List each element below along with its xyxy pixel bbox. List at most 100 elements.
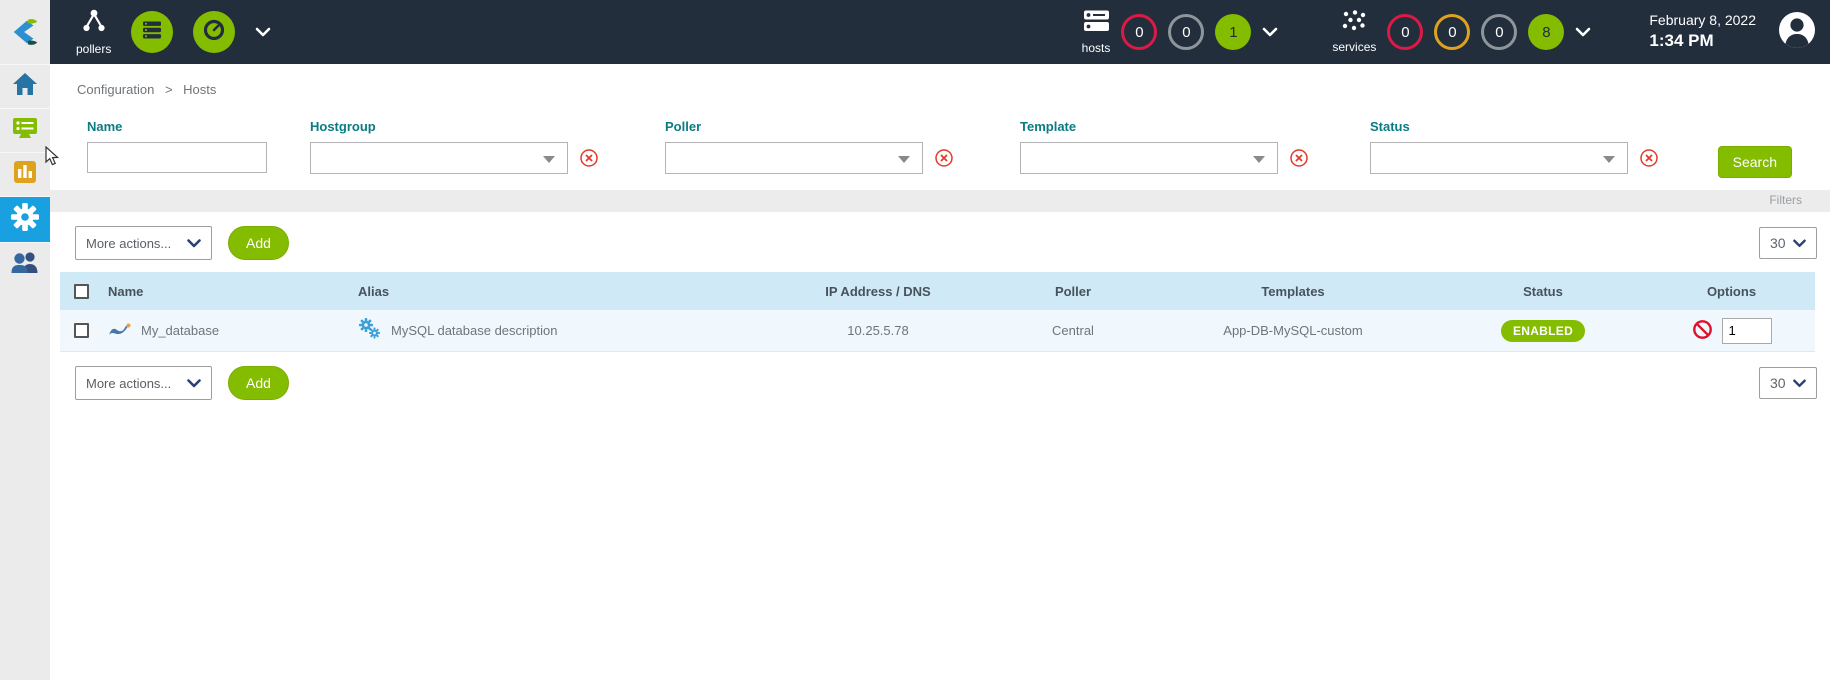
mysql-icon	[108, 322, 132, 340]
bar-chart-icon	[13, 160, 37, 189]
poller-database-status-button[interactable]	[131, 11, 173, 53]
filters-link[interactable]: Filters	[1769, 193, 1802, 207]
sidebar-item-monitoring[interactable]	[0, 108, 50, 152]
filter-hostgroup-clear-icon[interactable]	[579, 148, 599, 168]
clock: February 8, 2022 1:34 PM	[1649, 11, 1756, 53]
hosts-label: hosts	[1082, 41, 1111, 55]
main-content: Configuration > Hosts Name Hostgroup	[50, 64, 1830, 680]
current-date: February 8, 2022	[1649, 11, 1756, 30]
hosts-icon	[1083, 9, 1110, 38]
filter-poller-clear-icon[interactable]	[934, 148, 954, 168]
pollers-icon	[79, 9, 109, 39]
more-actions-select-bottom[interactable]: More actions...	[75, 366, 212, 400]
search-button[interactable]: Search	[1718, 146, 1792, 178]
filter-status-label: Status	[1370, 119, 1700, 134]
more-actions-label: More actions...	[86, 236, 171, 251]
filter-status-select[interactable]	[1370, 142, 1628, 174]
centreon-logo[interactable]	[0, 0, 50, 64]
services-menu[interactable]: services	[1332, 10, 1376, 54]
header-name[interactable]: Name	[108, 284, 143, 299]
add-button-top[interactable]: Add	[228, 226, 289, 260]
more-actions-label: More actions...	[86, 376, 171, 391]
database-stack-icon	[141, 19, 163, 46]
pollers-label: pollers	[76, 42, 111, 56]
dropdown-arrow-icon	[898, 156, 910, 163]
breadcrumb-separator: >	[165, 82, 173, 97]
breadcrumb-section[interactable]: Configuration	[77, 82, 154, 97]
sidebar-item-home[interactable]	[0, 64, 50, 108]
top-toolbar: More actions... Add 30	[75, 226, 1817, 260]
monitor-icon	[12, 116, 38, 145]
disable-host-icon[interactable]	[1692, 319, 1713, 343]
poller-latency-status-button[interactable]	[193, 11, 235, 53]
sidebar-item-configuration[interactable]	[0, 196, 50, 242]
select-all-checkbox[interactable]	[74, 284, 89, 299]
hosts-expand-chevron[interactable]	[1262, 27, 1278, 37]
host-templates-text: App-DB-MySQL-custom	[1148, 323, 1438, 338]
dropdown-arrow-icon	[543, 156, 555, 163]
page-size-select-bottom[interactable]: 30	[1759, 367, 1817, 399]
chevron-down-icon	[187, 379, 201, 388]
services-ok-count[interactable]: 8	[1528, 14, 1564, 50]
gears-icon[interactable]	[358, 318, 382, 343]
host-name-link[interactable]: My_database	[141, 323, 219, 338]
host-poller-text: Central	[998, 323, 1148, 338]
filter-name-label: Name	[87, 119, 310, 134]
header-ip[interactable]: IP Address / DNS	[758, 284, 998, 299]
gauge-icon	[202, 18, 226, 47]
gear-icon	[11, 203, 39, 236]
pollers-menu[interactable]: pollers	[76, 9, 111, 56]
dropdown-arrow-icon	[1253, 156, 1265, 163]
left-sidebar	[0, 0, 50, 680]
filter-template-select[interactable]	[1020, 142, 1278, 174]
header-poller[interactable]: Poller	[998, 284, 1148, 299]
services-unknown-count[interactable]: 0	[1481, 14, 1517, 50]
services-critical-count[interactable]: 0	[1387, 14, 1423, 50]
sidebar-item-administration[interactable]	[0, 242, 50, 286]
chevron-down-icon	[1793, 239, 1806, 248]
chevron-down-icon	[187, 239, 201, 248]
filter-hostgroup-label: Hostgroup	[310, 119, 665, 134]
host-alias-text: MySQL database description	[391, 323, 557, 338]
pollers-expand-chevron[interactable]	[255, 27, 271, 37]
home-icon	[12, 72, 38, 101]
header-templates[interactable]: Templates	[1148, 284, 1438, 299]
hosts-unreachable-count[interactable]: 0	[1168, 14, 1204, 50]
mouse-cursor	[44, 146, 62, 171]
services-label: services	[1332, 40, 1376, 54]
filters-strip: Filters	[50, 190, 1830, 212]
centreon-app: pollers	[0, 0, 1830, 680]
bottom-toolbar: More actions... Add 30	[75, 366, 1817, 400]
filter-poller-select[interactable]	[665, 142, 923, 174]
add-button-bottom[interactable]: Add	[228, 366, 289, 400]
chevron-down-icon	[1793, 379, 1806, 388]
filter-status-clear-icon[interactable]	[1639, 148, 1659, 168]
dropdown-arrow-icon	[1603, 156, 1615, 163]
hosts-up-count[interactable]: 1	[1215, 14, 1251, 50]
header-options: Options	[1648, 284, 1815, 299]
filter-template-clear-icon[interactable]	[1289, 148, 1309, 168]
page-size-value: 30	[1770, 235, 1786, 251]
filter-name-input[interactable]	[87, 142, 267, 173]
services-expand-chevron[interactable]	[1575, 27, 1591, 37]
filter-panel: Name Hostgroup	[87, 119, 1792, 178]
duplicate-count-input[interactable]	[1722, 318, 1772, 344]
services-warning-count[interactable]: 0	[1434, 14, 1470, 50]
more-actions-select-top[interactable]: More actions...	[75, 226, 212, 260]
header-alias[interactable]: Alias	[358, 284, 389, 299]
current-time: 1:34 PM	[1649, 30, 1756, 53]
page-size-select-top[interactable]: 30	[1759, 227, 1817, 259]
sidebar-item-reporting[interactable]	[0, 152, 50, 196]
filter-hostgroup-select[interactable]	[310, 142, 568, 174]
row-checkbox[interactable]	[74, 323, 89, 338]
hosts-menu[interactable]: hosts	[1082, 9, 1111, 55]
table-row: My_database	[60, 310, 1815, 352]
hosts-down-count[interactable]: 0	[1121, 14, 1157, 50]
page-size-value: 30	[1770, 375, 1786, 391]
user-avatar[interactable]	[1778, 11, 1816, 54]
services-icon	[1341, 10, 1367, 37]
breadcrumb-page[interactable]: Hosts	[183, 82, 216, 97]
header-status[interactable]: Status	[1438, 284, 1648, 299]
users-icon	[11, 250, 39, 279]
table-header-row: Name Alias IP Address / DNS Poller Templ…	[60, 272, 1815, 310]
